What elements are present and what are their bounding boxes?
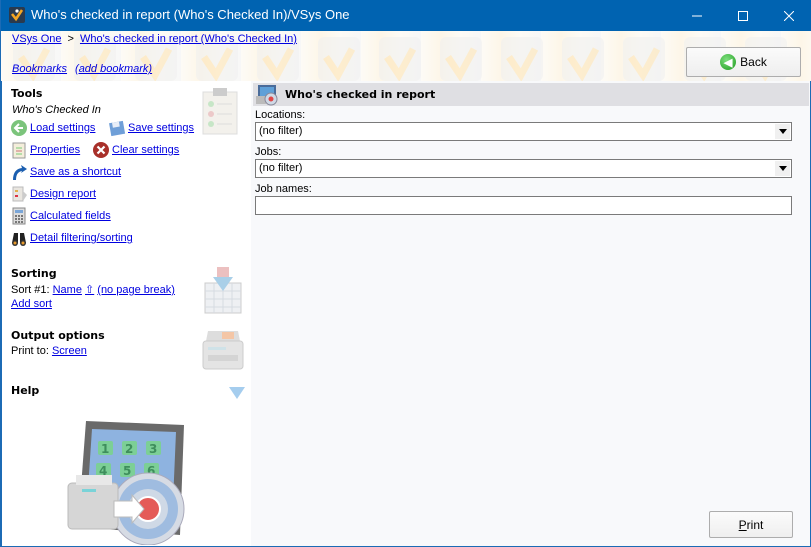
sort-field-link[interactable]: Name (53, 284, 82, 296)
load-settings-link[interactable]: Load settings (30, 122, 95, 134)
design-report-item[interactable]: Design report (10, 185, 96, 203)
locations-select[interactable]: (no filter) (255, 122, 792, 141)
jobs-value: (no filter) (259, 162, 303, 174)
print-button[interactable]: Print (709, 511, 793, 538)
help-expand-chevron-icon[interactable] (229, 387, 245, 399)
dropdown-arrow-icon[interactable] (775, 161, 790, 176)
watermark-logo-icon (440, 37, 482, 81)
report-illustration-icon: 1 2 3 4 5 6 (67, 421, 185, 545)
tools-subtitle: Who's Checked In (12, 104, 101, 116)
report-title: Who's checked in report (285, 88, 436, 101)
help-heading: Help (11, 384, 40, 397)
print-to-link[interactable]: Screen (52, 345, 87, 357)
load-arrow-icon (10, 119, 28, 137)
watermark-logo-icon (501, 37, 543, 81)
output-heading: Output options (11, 329, 105, 342)
dropdown-arrow-icon[interactable] (775, 124, 790, 139)
illustration-digit: 5 (123, 464, 131, 478)
watermark-logo-icon (379, 37, 421, 81)
printer-icon (202, 331, 244, 370)
sort-label: Sort #1: (11, 284, 50, 296)
clear-settings-item[interactable]: Clear settings (92, 141, 179, 159)
report-panel: Who's checked in report Locations: (no f… (253, 81, 809, 546)
close-icon (784, 10, 794, 21)
watermark-logo-icon (318, 37, 360, 81)
watermark-logo-icon (562, 37, 604, 81)
properties-clipboard-icon (10, 141, 28, 159)
app-window: Who's checked in report (Who's Checked I… (0, 0, 811, 547)
title-bar: Who's checked in report (Who's Checked I… (1, 0, 811, 31)
report-icon (256, 85, 278, 106)
calculated-fields-item[interactable]: Calculated fields (10, 207, 111, 225)
left-panel: Tools Who's Checked In Load settings Sav… (1, 81, 251, 546)
jobs-select[interactable]: (no filter) (255, 159, 792, 178)
jobs-label: Jobs: (255, 146, 282, 158)
back-arrow-icon: ◀ (720, 54, 737, 70)
locations-value: (no filter) (259, 125, 303, 137)
clipboard-icon (202, 88, 238, 135)
detail-filtering-item[interactable]: Detail filtering/sorting (10, 229, 133, 247)
minimize-button[interactable] (674, 0, 720, 31)
floppy-disk-icon (108, 119, 126, 137)
back-button-label: Back (740, 55, 767, 69)
save-shortcut-item[interactable]: Save as a shortcut (10, 163, 121, 181)
sort-direction-icon[interactable]: ⇧ (85, 284, 94, 296)
sort-row: Sort #1: Name ⇧ (no page break) (11, 283, 175, 296)
sort-table-icon (204, 267, 242, 314)
maximize-button[interactable] (720, 0, 766, 31)
print-accelerator: P (738, 517, 747, 532)
back-button[interactable]: ◀ Back (686, 47, 801, 77)
job-names-label: Job names: (255, 183, 312, 195)
breadcrumb: VSys One > Who's checked in report (Who's … (12, 33, 297, 45)
properties-item[interactable]: Properties (10, 141, 80, 159)
detail-filtering-link[interactable]: Detail filtering/sorting (30, 232, 133, 244)
design-report-icon (10, 185, 28, 203)
illustration-digit: 1 (101, 442, 109, 456)
locations-label: Locations: (255, 109, 306, 121)
minimize-icon (692, 15, 702, 16)
calculator-icon (10, 207, 28, 225)
illustration-digit: 3 (149, 442, 157, 456)
load-settings-item[interactable]: Load settings (10, 119, 95, 137)
clear-x-icon (92, 141, 110, 159)
breadcrumb-separator: > (67, 33, 74, 45)
properties-link[interactable]: Properties (30, 144, 80, 156)
bookmarks-link[interactable]: Bookmarks (12, 63, 67, 75)
close-button[interactable] (766, 0, 811, 31)
watermark-logo-icon (623, 37, 665, 81)
print-label: rint (746, 517, 764, 532)
print-to-label: Print to: (11, 345, 49, 357)
binoculars-icon (10, 229, 28, 247)
clear-settings-link[interactable]: Clear settings (112, 144, 179, 156)
report-header: Who's checked in report (253, 83, 809, 106)
page-break-link[interactable]: (no page break) (97, 284, 175, 296)
breadcrumb-current-link[interactable]: Who's checked in report (Who's Checked I… (80, 33, 297, 45)
add-sort-link[interactable]: Add sort (11, 298, 52, 310)
save-settings-link[interactable]: Save settings (128, 122, 194, 134)
design-report-link[interactable]: Design report (30, 188, 96, 200)
job-names-input[interactable] (255, 196, 792, 215)
calculated-fields-link[interactable]: Calculated fields (30, 210, 111, 222)
maximize-icon (738, 10, 748, 21)
window-title: Who's checked in report (Who's Checked I… (31, 7, 350, 22)
shortcut-arrow-icon (10, 163, 28, 181)
illustration-digit: 2 (125, 442, 133, 456)
add-bookmark-link[interactable]: (add bookmark) (75, 63, 152, 75)
print-to-row: Print to: Screen (11, 345, 87, 357)
save-shortcut-link[interactable]: Save as a shortcut (30, 166, 121, 178)
app-logo-icon (9, 7, 25, 23)
bookmarks-bar: Bookmarks (add bookmark) (12, 63, 160, 75)
breadcrumb-home-link[interactable]: VSys One (12, 33, 62, 45)
tools-heading: Tools (11, 87, 43, 100)
save-settings-item[interactable]: Save settings (108, 119, 194, 137)
sorting-heading: Sorting (11, 267, 57, 280)
